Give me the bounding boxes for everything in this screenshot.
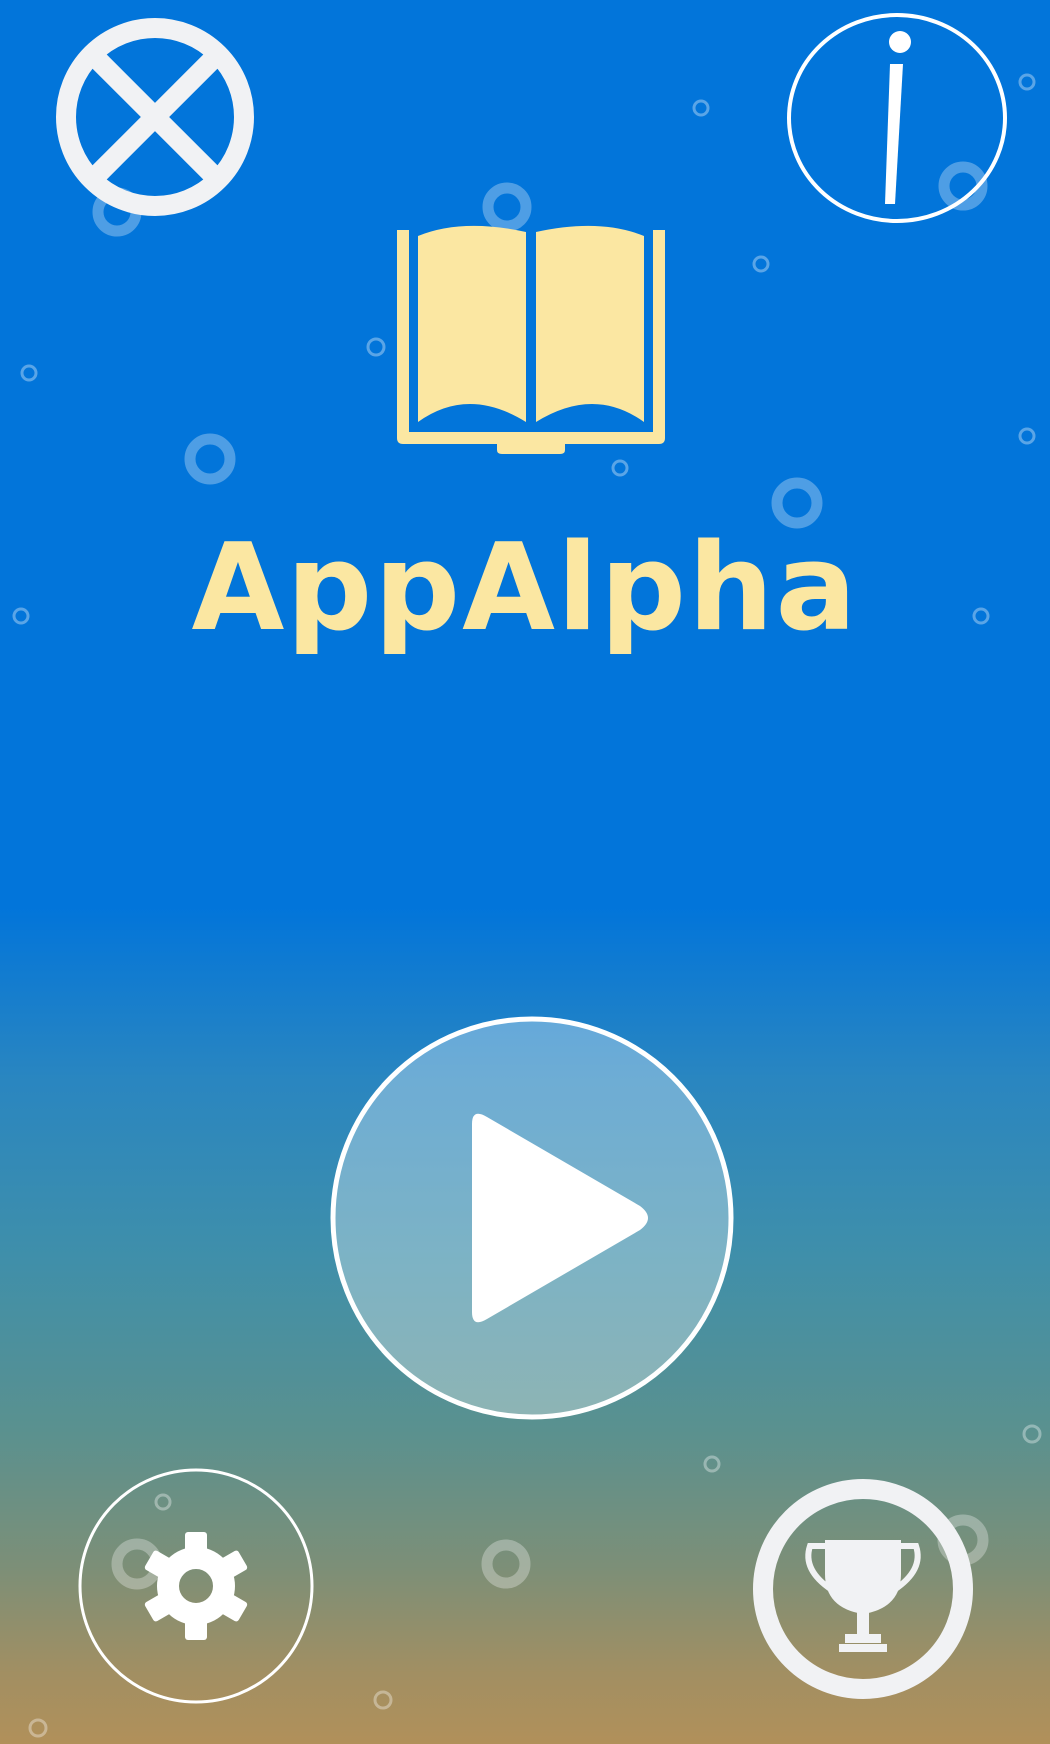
close-button[interactable] <box>56 18 254 216</box>
trophy-icon <box>805 1540 921 1652</box>
info-icon <box>787 13 1007 223</box>
play-button[interactable] <box>330 1016 734 1420</box>
leaderboard-button[interactable] <box>752 1478 974 1700</box>
gear-icon <box>144 1532 248 1640</box>
settings-button[interactable] <box>78 1468 314 1704</box>
app-title: AppAlpha <box>191 519 859 658</box>
close-icon <box>56 18 254 216</box>
info-button[interactable] <box>786 12 1008 224</box>
logo-book-icon <box>394 218 668 454</box>
